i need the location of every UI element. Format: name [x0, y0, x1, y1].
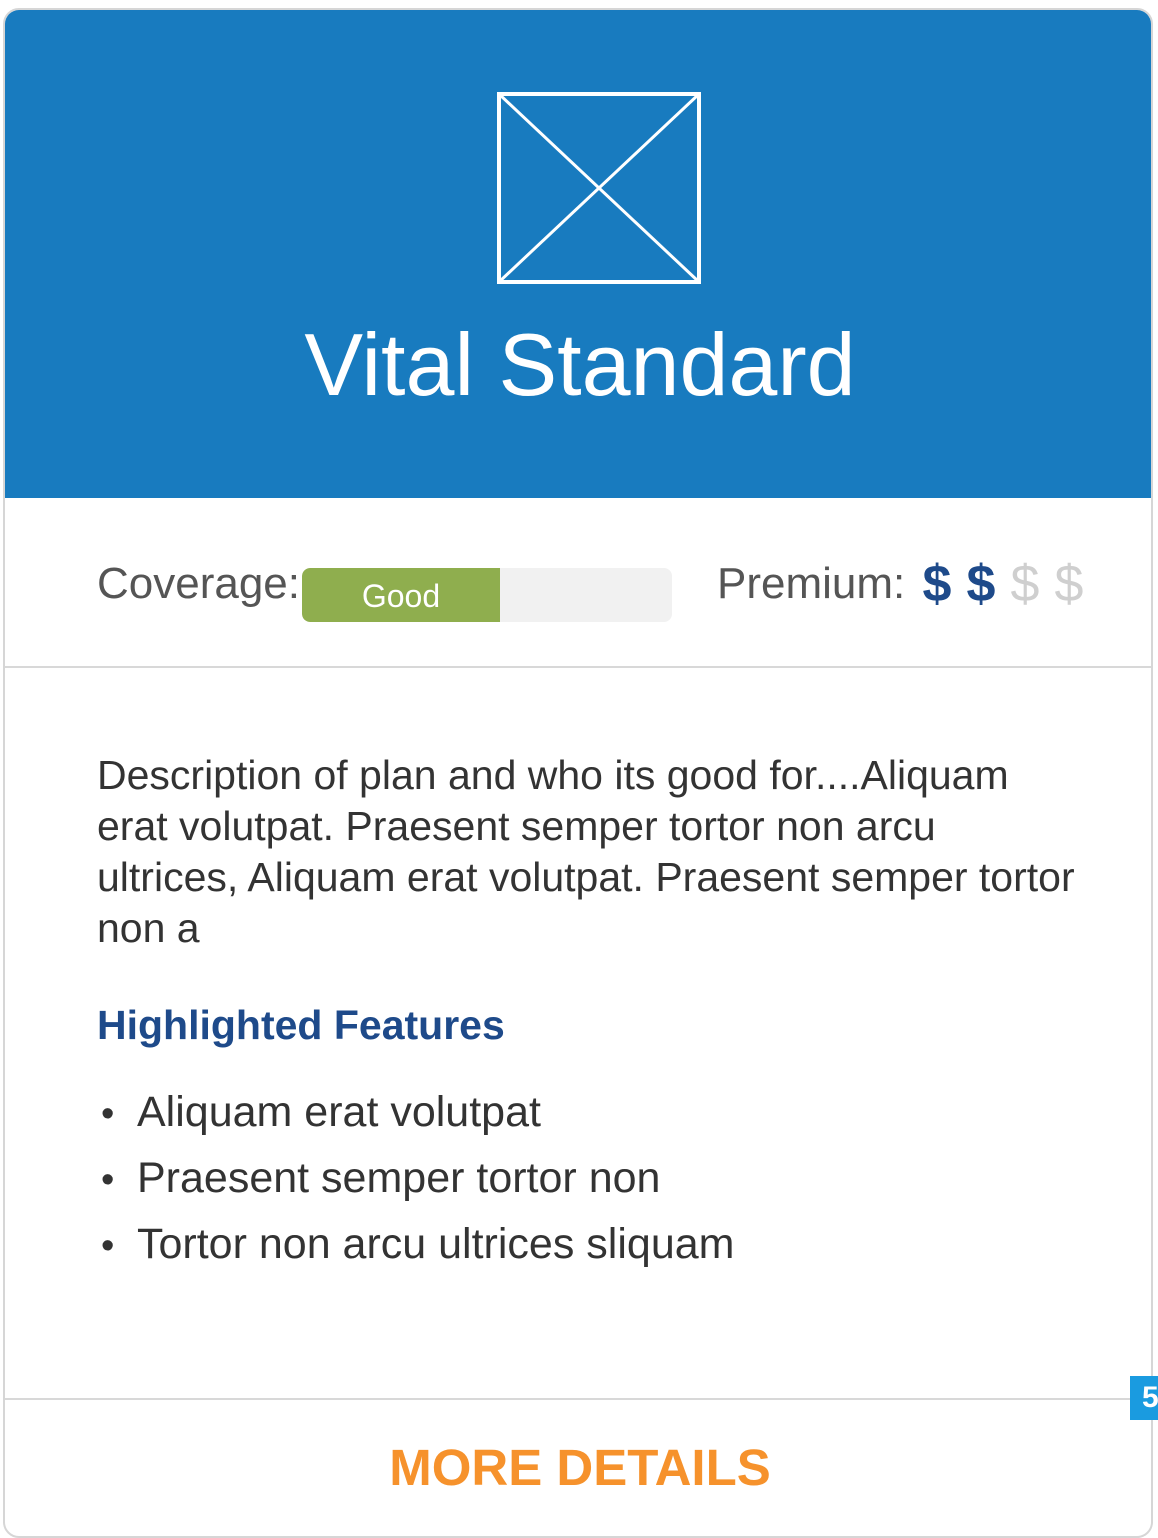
feature-item-label: Aliquam erat volutpat [137, 1088, 541, 1136]
plan-card-header: Vital Standard [5, 10, 1151, 498]
coverage-meter-fill: Good [302, 568, 500, 622]
coverage-meter: Good [302, 568, 672, 622]
premium-dollar-1: $ [922, 555, 952, 613]
bullet-icon: • [101, 1093, 115, 1135]
plan-description: Description of plan and who its good for… [97, 752, 1075, 951]
image-placeholder-icon [497, 92, 701, 284]
feature-item: • Tortor non arcu ultrices sliquam [101, 1212, 734, 1278]
more-details-link[interactable]: MORE DETAILS [5, 1438, 1151, 1498]
bullet-icon: • [101, 1225, 115, 1267]
feature-item-label: Praesent semper tortor non [137, 1154, 661, 1202]
feature-item-label: Tortor non arcu ultrices sliquam [137, 1220, 735, 1268]
premium-dollar-2: $ [966, 555, 996, 613]
plan-card: Vital Standard Coverage: Good Premium: $… [3, 8, 1153, 1538]
premium-dollar-3: $ [1010, 555, 1040, 613]
bullet-icon: • [101, 1159, 115, 1201]
premium-label: Premium: [717, 559, 906, 608]
features-list: • Aliquam erat volutpat • Praesent semper t… [101, 1080, 734, 1278]
feature-item: • Aliquam erat volutpat [101, 1080, 734, 1146]
features-heading: Highlighted Features [97, 1002, 505, 1048]
plan-title: Vital Standard [304, 315, 856, 414]
plan-card-footer: MORE DETAILS [5, 1398, 1151, 1536]
premium-dollar-4: $ [1054, 555, 1084, 613]
feature-item: • Praesent semper tortor non [101, 1146, 734, 1212]
coverage-label: Coverage: [97, 559, 301, 608]
premium-rating: $ $ $ $ [915, 554, 1091, 614]
plan-stats: Coverage: Good Premium: $ $ $ $ [5, 498, 1151, 668]
page-number-badge: 5 [1130, 1376, 1158, 1420]
